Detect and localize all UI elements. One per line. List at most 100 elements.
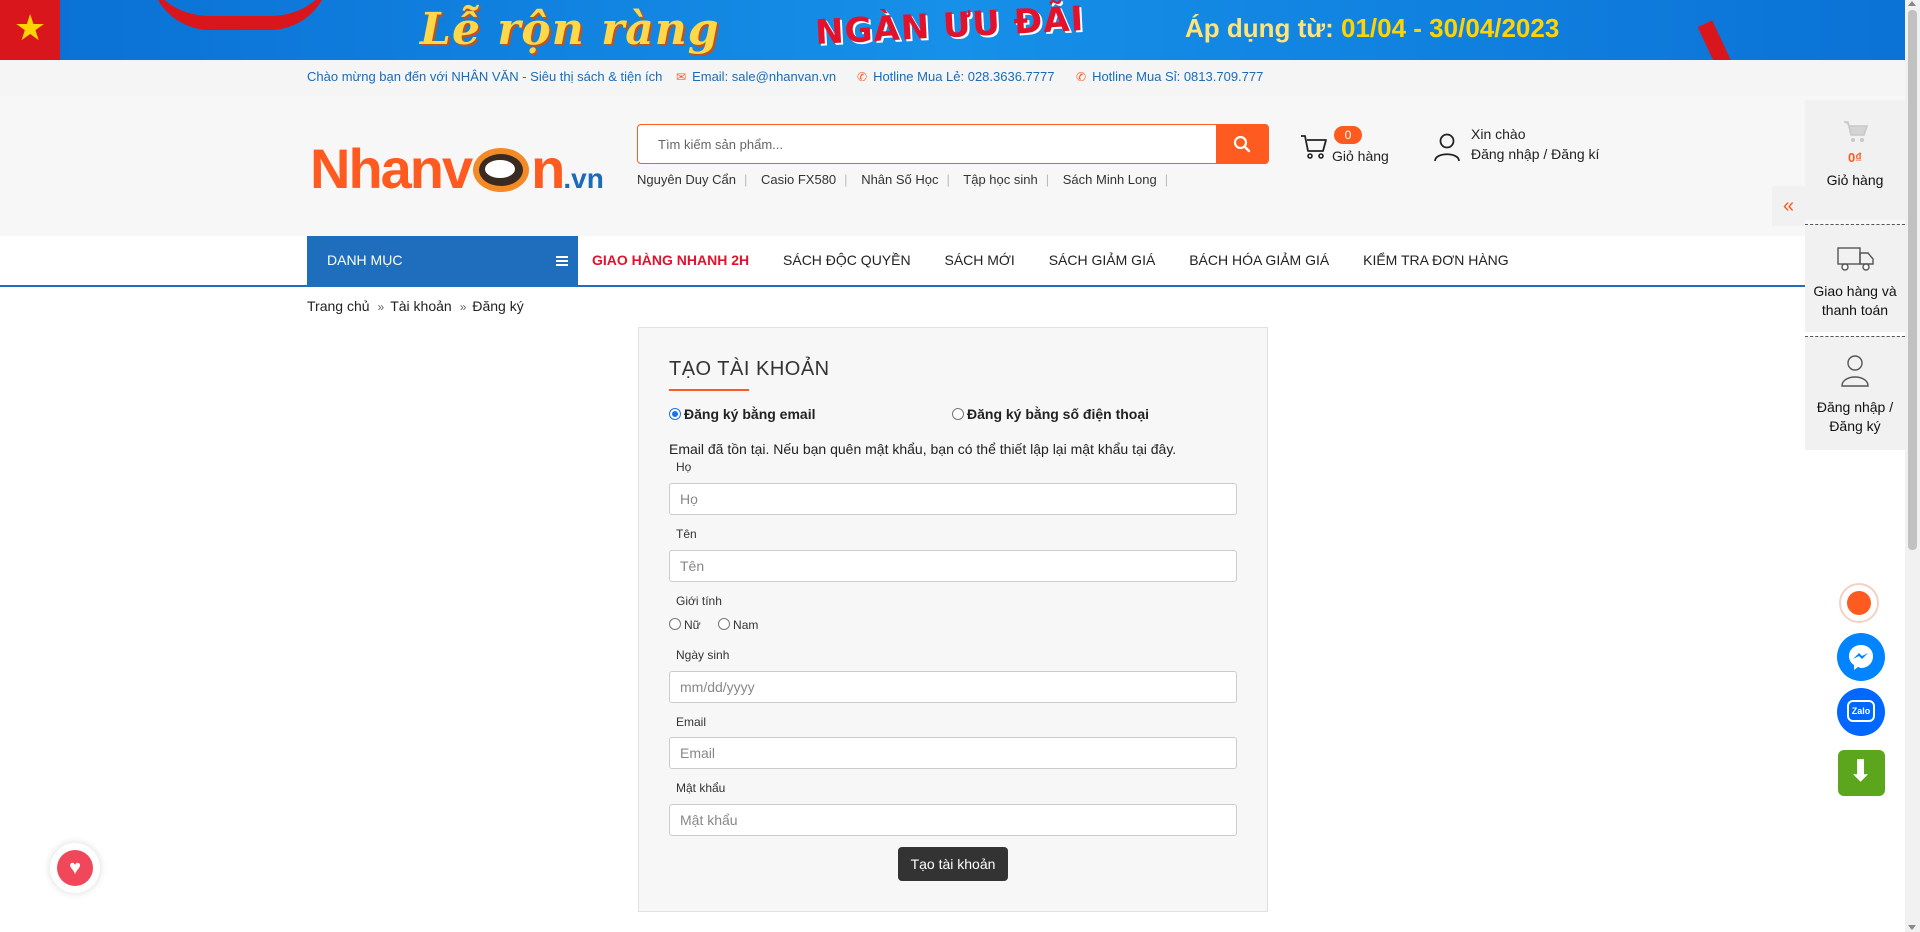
- banner-slogan: Lễ rộn ràng: [420, 4, 720, 55]
- gender-female-label: Nữ: [684, 618, 701, 632]
- cart-count-badge: 0: [1334, 126, 1362, 144]
- chevron-right-icon: »: [459, 300, 467, 314]
- create-account-button[interactable]: Tạo tài khoản: [898, 847, 1008, 881]
- search-input[interactable]: [638, 125, 1214, 163]
- star-icon: ★: [14, 7, 47, 48]
- chevron-right-icon: »: [377, 300, 385, 314]
- breadcrumb-current: Đăng ký: [472, 298, 524, 314]
- breadcrumb-account[interactable]: Tài khoản: [390, 298, 451, 314]
- separator: |: [744, 172, 748, 187]
- scroll-down-arrow[interactable]: [1908, 925, 1916, 930]
- suggestion-link[interactable]: Tập học sinh: [963, 172, 1037, 187]
- header-cart[interactable]: 0 Giỏ hàng: [1300, 126, 1400, 170]
- messenger-button[interactable]: [1837, 633, 1885, 681]
- form-title: TẠO TÀI KHOẢN: [669, 358, 830, 380]
- page-scrollbar[interactable]: [1905, 0, 1920, 932]
- breadcrumb-home[interactable]: Trang chủ: [307, 298, 370, 314]
- gender-female-option[interactable]: Nữ: [669, 618, 701, 632]
- separator: |: [1045, 172, 1050, 187]
- nav-link-fast-delivery[interactable]: GIAO HÀNG NHANH 2H: [592, 252, 749, 268]
- radio-male[interactable]: [718, 618, 731, 630]
- side-cart[interactable]: 0₫ Giỏ hàng: [1805, 100, 1905, 220]
- register-by-email-option[interactable]: Đăng ký bằng email: [669, 406, 815, 422]
- radio-female[interactable]: [669, 618, 681, 630]
- heart-icon: ♥: [57, 850, 93, 886]
- logo-text-end: n: [531, 137, 565, 200]
- nav-link-order-check[interactable]: KIỂM TRA ĐƠN HÀNG: [1363, 252, 1509, 268]
- cart-icon: [1301, 135, 1327, 159]
- zalo-button[interactable]: Zalo: [1837, 688, 1885, 736]
- site-header: Nhanvn.vn Nguyên Duy Cẩn | Casio FX580 | N…: [0, 96, 1905, 236]
- cart-label: Giỏ hàng: [1332, 148, 1389, 164]
- category-menu-button[interactable]: DANH MỤC: [307, 236, 578, 286]
- flag-graphic: ★: [0, 0, 60, 60]
- nav-link-discount-grocery[interactable]: BÁCH HÓA GIẢM GIÁ: [1189, 252, 1329, 268]
- nav-link-exclusive-books[interactable]: SÁCH ĐỘC QUYỀN: [783, 252, 911, 268]
- welcome-text: Chào mừng bạn đến với NHÂN VĂN - Siêu th…: [307, 69, 663, 84]
- suggestion-link[interactable]: Casio FX580: [761, 172, 836, 187]
- nav-link-new-books[interactable]: SÁCH MỚI: [944, 252, 1014, 268]
- user-icon: [1434, 133, 1460, 162]
- nav-link-discount-books[interactable]: SÁCH GIẢM GIÁ: [1049, 252, 1156, 268]
- side-login[interactable]: Đăng nhập / Đăng ký: [1805, 336, 1905, 450]
- first-name-field[interactable]: [669, 550, 1237, 582]
- promo-banner[interactable]: ★ Lễ rộn ràng NGÀN ƯU ĐÃI Áp dụng từ: 01…: [0, 0, 1905, 60]
- banner-dates: Áp dụng từ: 01/04 - 30/04/2023: [1185, 13, 1559, 44]
- email-text: Email: sale@nhanvan.vn: [692, 69, 837, 84]
- chevron-double-left-icon[interactable]: «: [1772, 186, 1805, 226]
- wishlist-button[interactable]: ♥: [50, 843, 100, 893]
- search-button[interactable]: [1216, 124, 1268, 164]
- breadcrumb: Trang chủ » Tài khoản » Đăng ký: [307, 298, 524, 314]
- suggestion-link[interactable]: Nguyên Duy Cẩn: [637, 172, 736, 187]
- side-panel: 0₫ Giỏ hàng Giao hàng và thanh toán Đăng…: [1805, 100, 1905, 450]
- email-field[interactable]: [669, 737, 1237, 769]
- password-field[interactable]: [669, 804, 1237, 836]
- radio-phone[interactable]: [952, 408, 964, 420]
- scroll-up-arrow[interactable]: [1908, 1, 1916, 6]
- suggestion-link[interactable]: Nhân Số Học: [861, 172, 938, 187]
- download-app-button[interactable]: ⬇: [1838, 750, 1885, 796]
- register-by-phone-option[interactable]: Đăng ký bằng số điện thoại: [952, 406, 1149, 422]
- email-label: Email: [676, 715, 707, 729]
- hotline-wholesale[interactable]: ✆ Hotline Mua Sỉ: 0813.709.777: [1076, 69, 1263, 84]
- bee-mascot-icon: [473, 148, 530, 192]
- category-label: DANH MỤC: [327, 252, 403, 268]
- radio-email[interactable]: [669, 408, 681, 420]
- gender-label: Giới tính: [676, 594, 722, 608]
- option-phone-label: Đăng ký bằng số điện thoại: [967, 406, 1150, 422]
- dob-field[interactable]: [669, 671, 1237, 703]
- gender-male-option[interactable]: Nam: [718, 618, 758, 632]
- ribbon-graphic: [150, 0, 330, 30]
- zalo-icon: Zalo: [1847, 700, 1875, 722]
- suggestion-link[interactable]: Sách Minh Long: [1063, 172, 1157, 187]
- logo-text: Nhanv: [310, 137, 473, 200]
- side-cart-label: Giỏ hàng: [1826, 172, 1884, 188]
- phone-icon: [1847, 591, 1871, 615]
- menu-icon: [556, 256, 568, 266]
- hotline-retail-text: Hotline Mua Lẻ: 028.3636.7777: [873, 69, 1055, 84]
- page: ★ Lễ rộn ràng NGÀN ƯU ĐÃI Áp dụng từ: 01…: [0, 0, 1920, 932]
- hotline-wholesale-text: Hotline Mua Sỉ: 0813.709.777: [1092, 69, 1264, 84]
- phone-icon: ✆: [1076, 70, 1087, 84]
- header-account[interactable]: Xin chào Đăng nhập / Đăng kí: [1433, 126, 1613, 170]
- option-email-label: Đăng ký bằng email: [684, 406, 816, 422]
- banner-apply-prefix: Áp dụng từ:: [1185, 13, 1341, 43]
- hotline-retail[interactable]: ✆ Hotline Mua Lẻ: 028.3636.7777: [857, 69, 1054, 84]
- cart-icon: [1844, 121, 1869, 142]
- call-button[interactable]: [1839, 583, 1879, 623]
- login-register-link[interactable]: Đăng nhập / Đăng kí: [1471, 146, 1599, 162]
- gender-options: Nữ Nam: [669, 618, 772, 632]
- side-shipping[interactable]: Giao hàng và thanh toán: [1805, 224, 1905, 332]
- side-login-line2: Đăng ký: [1829, 418, 1881, 434]
- email-link[interactable]: ✉ Email: sale@nhanvan.vn: [676, 69, 836, 84]
- register-form: TẠO TÀI KHOẢN Đăng ký bằng email Đăng ký…: [638, 327, 1268, 912]
- password-label: Mật khẩu: [676, 781, 726, 795]
- search-bar: [637, 124, 1269, 164]
- logo-tld: .vn: [563, 163, 604, 194]
- site-logo[interactable]: Nhanv n.vn: [310, 136, 604, 201]
- side-login-line1: Đăng nhập /: [1816, 399, 1894, 415]
- first-name-label: Tên: [676, 527, 697, 541]
- last-name-field[interactable]: [669, 483, 1237, 515]
- scrollbar-thumb[interactable]: [1908, 10, 1917, 550]
- greeting-text: Xin chào: [1471, 126, 1526, 142]
